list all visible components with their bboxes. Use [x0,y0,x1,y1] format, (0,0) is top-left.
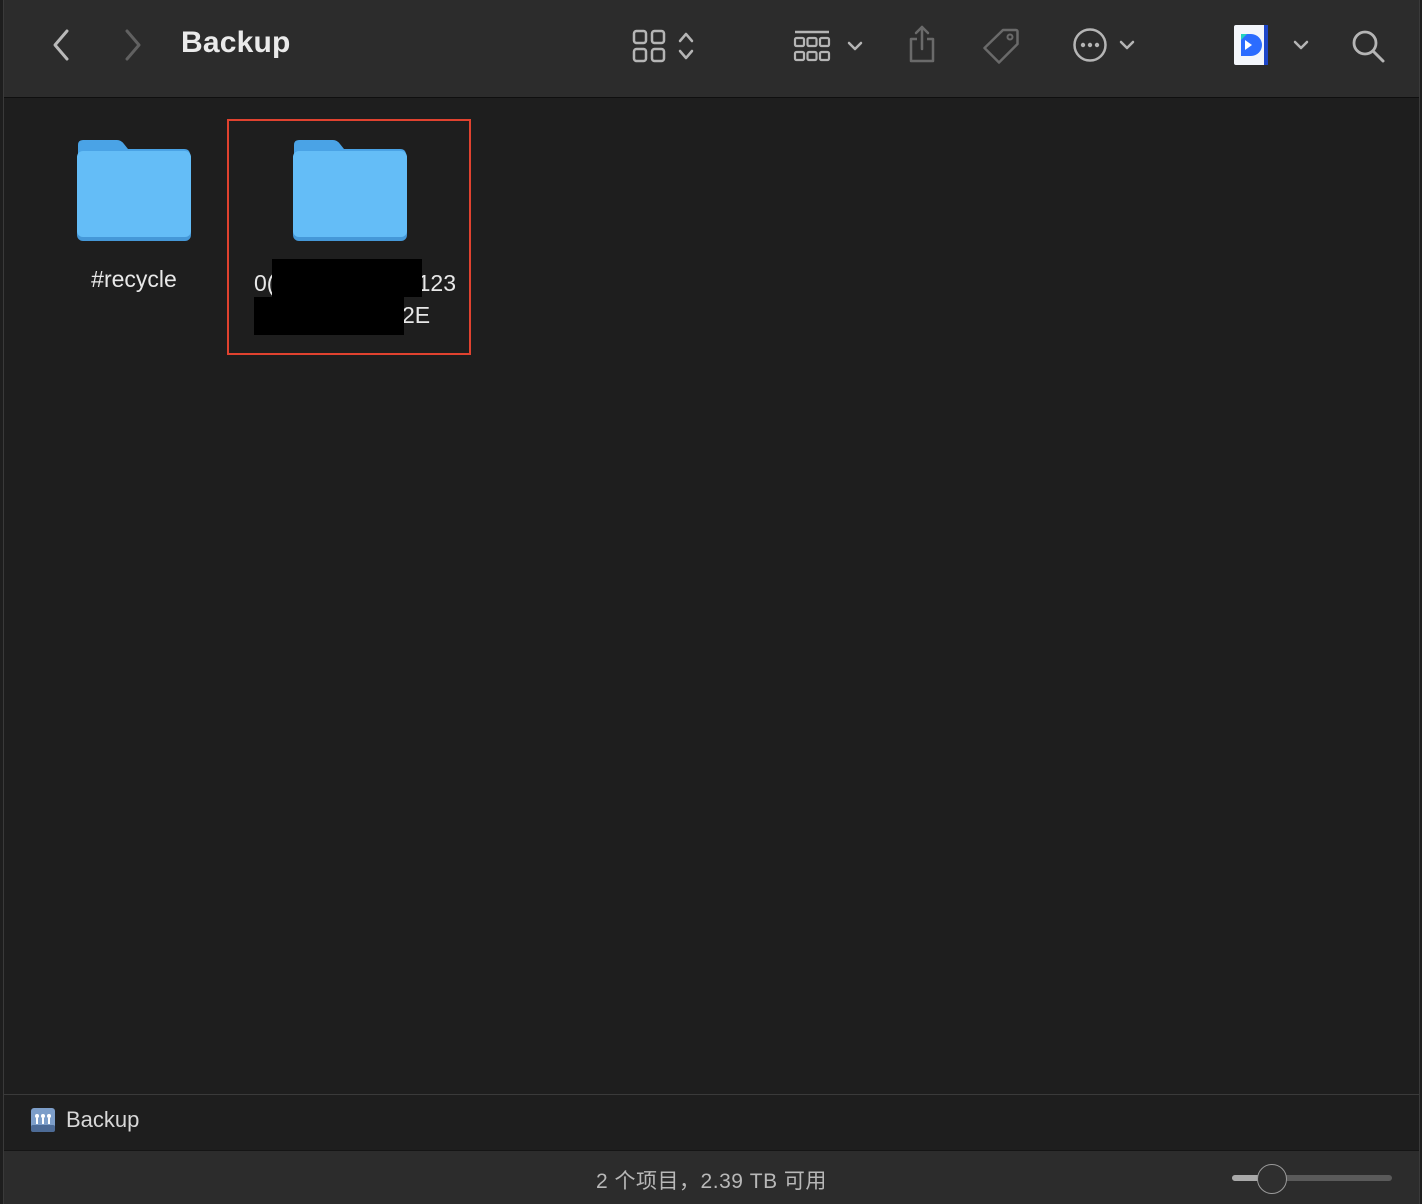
network-drive-icon [31,1108,55,1132]
path-bar: Backup [4,1094,1419,1150]
toolbar: Backup [4,0,1419,98]
chevron-down-icon [1119,40,1135,50]
icon-grid-icon [632,29,666,63]
view-mode-button[interactable] [624,26,704,66]
back-button[interactable] [44,25,78,65]
app-d-icon [1234,25,1268,65]
more-actions-button[interactable] [1066,25,1142,65]
folder-name: #recycle [91,266,177,292]
path-crumb[interactable]: Backup [30,1107,139,1133]
share-icon [909,25,935,63]
folder-name-suffix: 123 [417,270,456,296]
forward-button[interactable] [116,25,150,65]
folder-item-selected[interactable] [230,135,470,241]
search-button[interactable] [1346,24,1390,68]
slider-thumb[interactable] [1257,1164,1287,1194]
redaction-bar [272,259,422,297]
folder-icon [293,140,407,241]
group-grid-icon [793,30,831,62]
ellipsis-circle-icon [1073,28,1107,62]
path-label: Backup [66,1107,140,1132]
folder-name-line1: 0( 123 [254,259,464,299]
chevron-left-icon [53,29,69,61]
share-button[interactable] [902,22,942,66]
chevron-right-icon [125,29,141,61]
app-extension-button[interactable] [1228,22,1312,68]
folder-name-line2: 2E [254,297,464,335]
folder-icon [77,140,191,241]
tag-icon [983,28,1019,64]
folder-name-suffix: 2E [402,302,431,328]
finder-window: Backup #recycle 0(123 2E Backup 2 个项目，2… [3,0,1420,1204]
tag-button[interactable] [979,24,1023,68]
chevron-up-down-icon [678,32,694,60]
search-icon [1352,30,1385,63]
file-browser-content: #recycle 0( 123 2E [4,99,1419,1094]
folder-item[interactable]: #recycle [62,135,206,295]
chevron-down-icon [847,41,863,51]
icon-size-slider[interactable] [1232,1164,1394,1194]
group-by-button[interactable] [788,26,868,66]
status-text: 2 个项目，2.39 TB 可用 [596,1170,827,1193]
status-bar: 2 个项目，2.39 TB 可用 [4,1150,1419,1204]
window-title: Backup [181,26,291,59]
redaction-bar [254,297,404,335]
chevron-down-icon [1293,40,1309,50]
